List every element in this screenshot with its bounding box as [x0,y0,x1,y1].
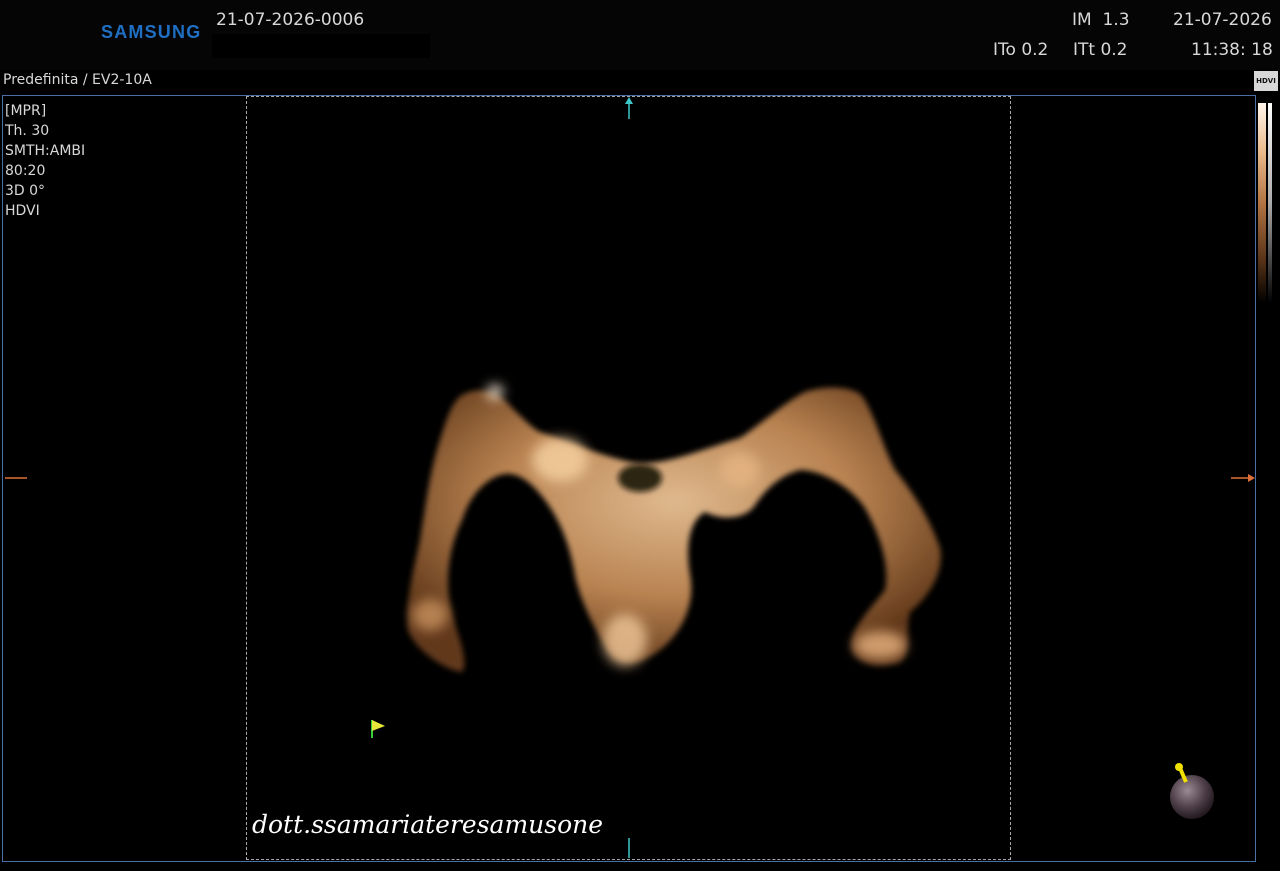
orientation-ball-icon[interactable] [1170,763,1214,819]
arrow-up-icon [625,97,633,119]
arrow-right-icon [1231,474,1255,482]
author-watermark: dott.ssamariateresamusone [252,810,604,839]
flag-icon[interactable] [371,720,385,738]
rendered-volume-layer [5,97,1255,858]
